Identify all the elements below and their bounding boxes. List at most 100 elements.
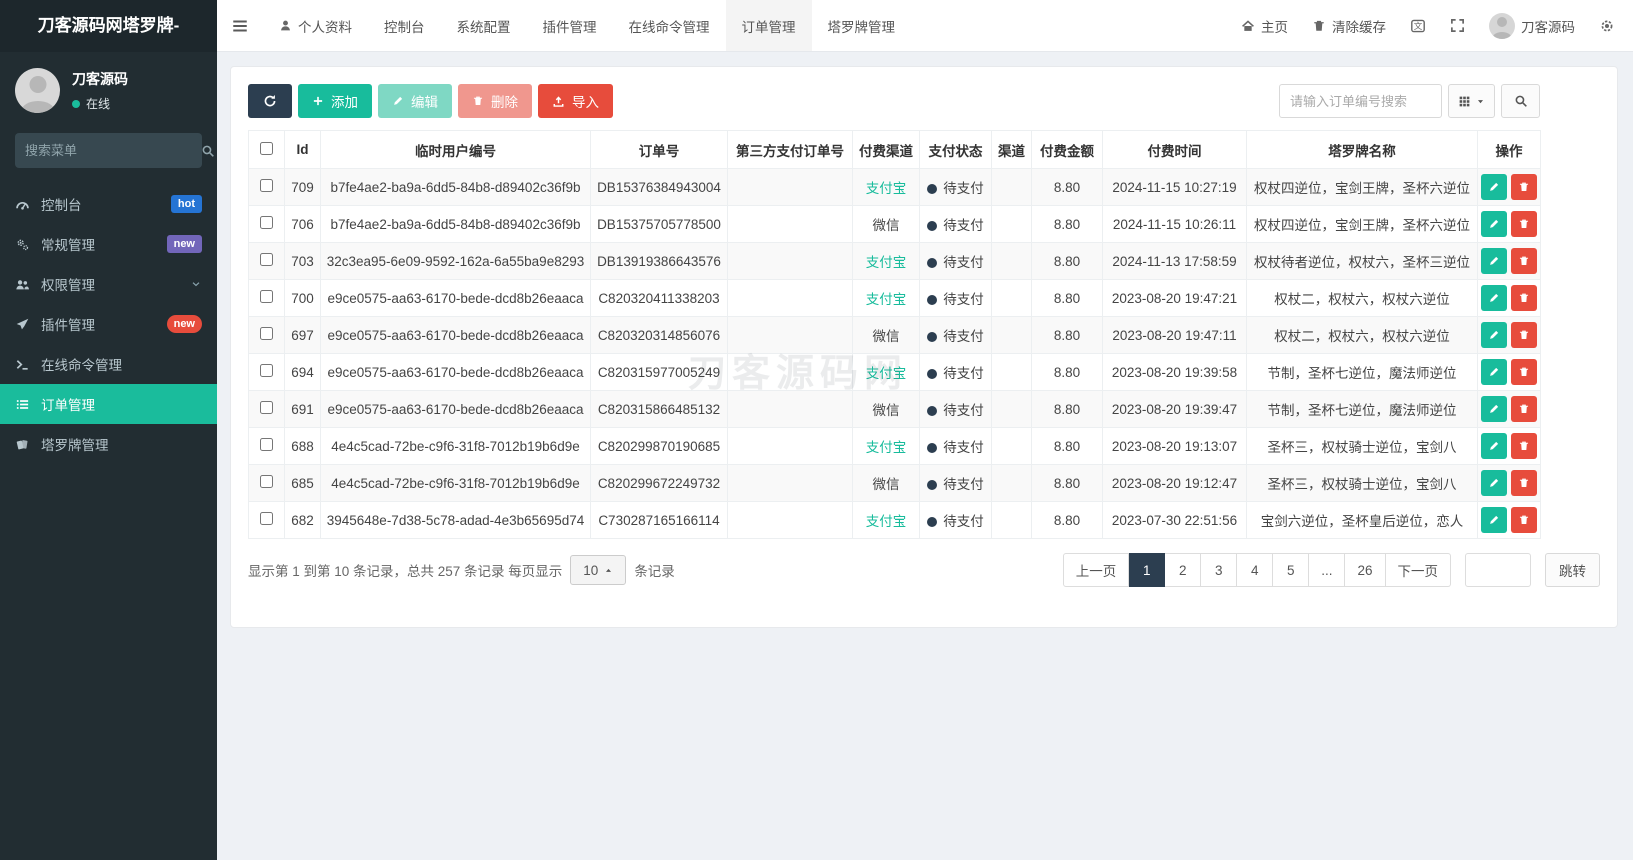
page-button-5[interactable]: 5 [1273,553,1310,587]
cell-amount: 8.80 [1031,168,1103,206]
row-delete-button[interactable] [1511,174,1537,200]
row-checkbox[interactable] [260,364,273,377]
language-button[interactable]: 文 [1410,18,1426,34]
row-edit-button[interactable] [1481,507,1507,533]
fullscreen-button[interactable] [1450,18,1465,33]
menu-search-input[interactable] [25,143,201,158]
row-edit-button[interactable] [1481,248,1507,274]
row-checkbox[interactable] [260,253,273,266]
row-delete-button[interactable] [1511,211,1537,237]
tab-dashboard[interactable]: 控制台 [368,0,441,51]
edit-button[interactable]: 编辑 [378,84,452,118]
order-search-input[interactable] [1279,84,1442,118]
tab-command[interactable]: 在线命令管理 [613,0,726,51]
cell-channel: 支付宝 [852,353,920,391]
tab-profile[interactable]: 个人资料 [263,0,368,51]
row-delete-button[interactable] [1511,396,1537,422]
sidebar-item-general[interactable]: 常规管理 new [0,224,217,264]
column-header[interactable]: 渠道 [991,130,1032,169]
cell-status: 待支付 [919,168,992,206]
row-checkbox[interactable] [260,475,273,488]
checkbox-cell [248,242,285,280]
row-delete-button[interactable] [1511,433,1537,459]
row-checkbox[interactable] [260,438,273,451]
row-checkbox[interactable] [260,327,273,340]
row-checkbox[interactable] [260,290,273,303]
next-page-button[interactable]: 下一页 [1385,553,1451,587]
delete-button[interactable]: 删除 [458,84,532,118]
column-header[interactable]: 塔罗牌名称 [1246,130,1478,169]
user-menu[interactable]: 刀客源码 [1489,12,1575,39]
row-edit-button[interactable] [1481,359,1507,385]
pencil-icon [1488,477,1500,489]
home-link[interactable]: 主页 [1241,16,1288,36]
row-delete-button[interactable] [1511,248,1537,274]
cell-user-no: 4e4c5cad-72be-c9f6-31f8-7012b19b6d9e [320,464,591,502]
search-icon[interactable] [201,144,215,158]
column-header[interactable]: 付费渠道 [852,130,920,169]
column-header[interactable]: 付费时间 [1102,130,1247,169]
page-button-3[interactable]: 3 [1201,553,1238,587]
page-button-1[interactable]: 1 [1129,553,1166,587]
refresh-button[interactable] [248,84,292,118]
channel-label: 支付宝 [865,440,907,455]
column-header[interactable]: 临时用户编号 [320,130,591,169]
search-group [1279,84,1540,118]
clear-cache-button[interactable]: 清除缓存 [1312,16,1386,36]
row-delete-button[interactable] [1511,359,1537,385]
row-edit-button[interactable] [1481,433,1507,459]
sidebar-item-auth[interactable]: 权限管理 [0,264,217,304]
row-edit-button[interactable] [1481,174,1507,200]
sidebar-item-dashboard[interactable]: 控制台 hot [0,184,217,224]
column-header[interactable]: 支付状态 [919,130,992,169]
sidebar-item-addon[interactable]: 插件管理 new [0,304,217,344]
row-edit-button[interactable] [1481,322,1507,348]
page-button-2[interactable]: 2 [1165,553,1202,587]
caret-down-icon [1476,97,1485,106]
jump-button[interactable]: 跳转 [1545,553,1600,587]
tab-tarot[interactable]: 塔罗牌管理 [812,0,912,51]
sidebar-item-tarot[interactable]: 塔罗牌管理 [0,424,217,464]
sidebar-item-order[interactable]: 订单管理 [0,384,217,424]
add-button[interactable]: 添加 [298,84,372,118]
cell-time: 2023-08-20 19:39:47 [1102,390,1247,428]
page-button-26[interactable]: 26 [1345,553,1386,587]
import-button[interactable]: 导入 [538,84,613,118]
row-delete-button[interactable] [1511,322,1537,348]
row-edit-button[interactable] [1481,211,1507,237]
search-button[interactable] [1501,84,1540,118]
column-header[interactable]: 付费金额 [1031,130,1103,169]
select-all-checkbox[interactable] [260,141,273,155]
column-header[interactable]: 订单号 [590,130,728,169]
cell-operations [1477,464,1541,502]
column-header[interactable]: Id [284,130,321,169]
cell-channel: 支付宝 [852,427,920,465]
row-checkbox[interactable] [260,179,273,192]
prev-page-button[interactable]: 上一页 [1062,553,1130,587]
row-checkbox[interactable] [260,512,273,525]
page-button-4[interactable]: 4 [1237,553,1274,587]
columns-dropdown-button[interactable] [1448,84,1495,118]
row-checkbox[interactable] [260,401,273,414]
row-delete-button[interactable] [1511,470,1537,496]
jump-page-input[interactable] [1465,553,1531,587]
tab-label: 系统配置 [456,19,511,35]
row-delete-button[interactable] [1511,507,1537,533]
column-header[interactable]: 第三方支付订单号 [727,130,853,169]
hamburger-menu-icon[interactable] [217,0,263,51]
row-edit-button[interactable] [1481,470,1507,496]
order-panel: 添加 编辑 删除 导入 请输入订单编号搜索 Id 临时用户编号 订单号 第三方支… [230,66,1618,628]
sidebar-item-command[interactable]: 在线命令管理 [0,344,217,384]
tab-order[interactable]: 订单管理 [725,0,812,51]
row-edit-button[interactable] [1481,396,1507,422]
tab-config[interactable]: 系统配置 [441,0,527,51]
settings-button[interactable] [1599,18,1615,34]
table-row: 700 e9ce0575-aa63-6170-bede-dcd8b26eaaca C… [248,279,1541,317]
column-header[interactable]: 操作 [1477,130,1541,169]
row-checkbox[interactable] [260,216,273,229]
tab-addon[interactable]: 插件管理 [527,0,613,51]
row-edit-button[interactable] [1481,285,1507,311]
row-delete-button[interactable] [1511,285,1537,311]
page-size-dropdown[interactable]: 10 [570,555,627,585]
sidebar-item-label: 在线命令管理 [41,358,122,373]
